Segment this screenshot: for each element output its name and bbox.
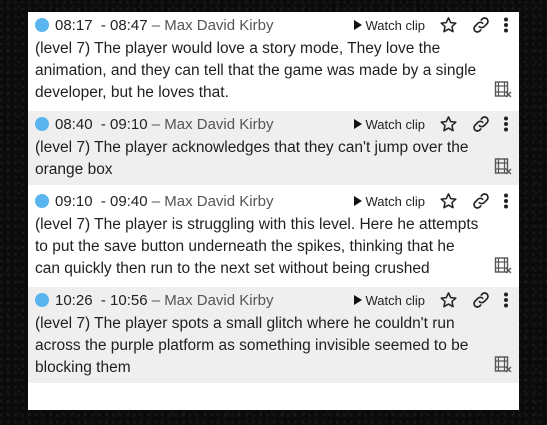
watch-clip-label: Watch clip xyxy=(365,116,425,132)
circle-dot-icon xyxy=(35,117,49,131)
annotation-card: 08:17 - 08:47 – Max David Kirby Watch cl… xyxy=(28,12,519,111)
watch-clip-label: Watch clip xyxy=(365,292,425,308)
film-clip-icon[interactable] xyxy=(494,256,512,279)
author-name: – Max David Kirby xyxy=(147,192,274,210)
vertical-ellipsis-icon[interactable] xyxy=(503,116,509,132)
annotation-text: (level 7) The player acknowledges that t… xyxy=(35,139,469,178)
star-outline-icon[interactable] xyxy=(439,192,458,210)
timestamp-range[interactable]: 10:26 - 10:56 xyxy=(55,292,148,309)
circle-dot-icon xyxy=(35,293,49,307)
link-icon[interactable] xyxy=(471,290,491,310)
timestamp-range[interactable]: 08:17 - 08:47 xyxy=(55,17,148,34)
link-icon[interactable] xyxy=(471,15,491,35)
circle-dot-icon xyxy=(35,194,49,208)
timestamp-range[interactable]: 08:40 - 09:10 xyxy=(55,116,148,133)
star-outline-icon[interactable] xyxy=(439,291,458,309)
film-clip-icon[interactable] xyxy=(494,157,512,180)
film-clip-icon[interactable] xyxy=(494,80,512,103)
author-name: – Max David Kirby xyxy=(147,115,274,133)
watch-clip-label: Watch clip xyxy=(365,193,425,209)
annotation-header: 10:26 - 10:56 – Max David Kirby Watch cl… xyxy=(35,287,509,313)
play-icon xyxy=(353,295,362,305)
vertical-ellipsis-icon[interactable] xyxy=(503,193,509,209)
link-icon[interactable] xyxy=(471,114,491,134)
vertical-ellipsis-icon[interactable] xyxy=(503,17,509,33)
watch-clip-button[interactable]: Watch clip xyxy=(353,17,425,33)
vertical-ellipsis-icon[interactable] xyxy=(503,292,509,308)
circle-dot-icon xyxy=(35,18,49,32)
star-outline-icon[interactable] xyxy=(439,16,458,34)
annotation-text: (level 7) The player would love a story … xyxy=(35,40,477,101)
watch-clip-button[interactable]: Watch clip xyxy=(353,292,425,308)
annotation-header: 09:10 - 09:40 – Max David Kirby Watch cl… xyxy=(35,188,509,214)
annotation-card: 09:10 - 09:40 – Max David Kirby Watch cl… xyxy=(28,188,519,287)
annotation-card: 10:26 - 10:56 – Max David Kirby Watch cl… xyxy=(28,287,519,386)
author-name: – Max David Kirby xyxy=(147,291,274,309)
annotation-text: (level 7) The player spots a small glitc… xyxy=(35,315,469,376)
annotation-card: 08:40 - 09:10 – Max David Kirby Watch cl… xyxy=(28,111,519,188)
play-icon xyxy=(353,119,362,129)
play-icon xyxy=(353,20,362,30)
watch-clip-button[interactable]: Watch clip xyxy=(353,116,425,132)
timestamp-range[interactable]: 09:10 - 09:40 xyxy=(55,193,148,210)
link-icon[interactable] xyxy=(471,191,491,211)
annotation-header: 08:40 - 09:10 – Max David Kirby Watch cl… xyxy=(35,111,509,137)
film-clip-icon[interactable] xyxy=(494,355,512,378)
annotation-text: (level 7) The player is struggling with … xyxy=(35,216,479,277)
watch-clip-button[interactable]: Watch clip xyxy=(353,193,425,209)
author-name: – Max David Kirby xyxy=(147,16,274,34)
star-outline-icon[interactable] xyxy=(439,115,458,133)
annotation-list: 08:17 - 08:47 – Max David Kirby Watch cl… xyxy=(28,12,519,410)
annotation-header: 08:17 - 08:47 – Max David Kirby Watch cl… xyxy=(35,12,509,38)
play-icon xyxy=(353,196,362,206)
watch-clip-label: Watch clip xyxy=(365,17,425,33)
